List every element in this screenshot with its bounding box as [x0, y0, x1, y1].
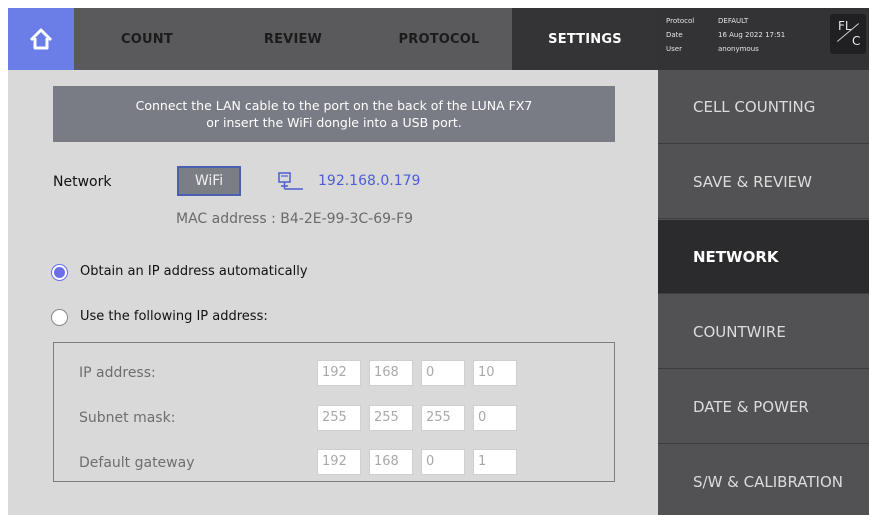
date-value: 16 Aug 2022 17:51: [718, 31, 786, 39]
mode-c-label: C: [852, 34, 861, 48]
gateway-octet-1[interactable]: 192: [317, 449, 361, 475]
mac-address: MAC address : B4-2E-99-3C-69-F9: [176, 211, 414, 227]
subnet-mask-label: Subnet mask:: [79, 410, 176, 426]
network-icon: [278, 172, 303, 190]
date-label: Date: [666, 31, 683, 39]
status-panel: Protocol DEFAULT Date 16 Aug 2022 17:51 …: [658, 8, 869, 70]
subnet-octet-2[interactable]: 255: [369, 405, 413, 431]
top-bar: COUNT REVIEW PROTOCOL SETTINGS Protocol …: [8, 8, 869, 70]
ip-address-display: 192.168.0.179: [318, 173, 421, 189]
tab-protocol[interactable]: PROTOCOL: [366, 8, 512, 70]
protocol-value: DEFAULT: [718, 17, 749, 25]
auto-ip-radio[interactable]: [52, 265, 67, 280]
menu-item-countwire[interactable]: COUNTWIRE: [658, 295, 869, 369]
manual-ip-panel: IP address: 192 168 0 10 Subnet mask: 25…: [53, 342, 615, 482]
ip-octet-2[interactable]: 168: [369, 360, 413, 386]
banner-line-2: or insert the WiFi dongle into a USB por…: [206, 115, 462, 130]
gateway-octet-2[interactable]: 168: [369, 449, 413, 475]
instruction-banner: Connect the LAN cable to the port on the…: [53, 86, 615, 142]
settings-menu: CELL COUNTING SAVE & REVIEW NETWORK COUN…: [658, 70, 869, 515]
home-button[interactable]: [8, 8, 74, 70]
banner-line-1: Connect the LAN cable to the port on the…: [135, 98, 533, 113]
network-label: Network: [53, 174, 112, 190]
app-frame: COUNT REVIEW PROTOCOL SETTINGS Protocol …: [8, 8, 869, 515]
user-label: User: [666, 45, 682, 53]
ip-octet-4[interactable]: 10: [473, 360, 517, 386]
menu-item-network[interactable]: NETWORK: [658, 220, 869, 294]
gateway-octet-3[interactable]: 0: [421, 449, 465, 475]
menu-item-sw-calibration[interactable]: S/W & CALIBRATION: [658, 445, 869, 515]
tab-review[interactable]: REVIEW: [220, 8, 366, 70]
tab-count[interactable]: COUNT: [74, 8, 220, 70]
mode-toggle-button[interactable]: FL C: [830, 14, 866, 54]
ip-address-label: IP address:: [79, 365, 156, 381]
auto-ip-label[interactable]: Obtain an IP address automatically: [80, 264, 308, 279]
ip-octet-1[interactable]: 192: [317, 360, 361, 386]
subnet-octet-3[interactable]: 255: [421, 405, 465, 431]
manual-ip-label[interactable]: Use the following IP address:: [80, 309, 268, 324]
menu-item-date-power[interactable]: DATE & POWER: [658, 370, 869, 444]
wifi-button[interactable]: WiFi: [177, 166, 241, 196]
tab-settings[interactable]: SETTINGS: [512, 8, 658, 70]
default-gateway-label: Default gateway: [79, 455, 195, 471]
menu-item-save-review[interactable]: SAVE & REVIEW: [658, 145, 869, 219]
ip-octet-3[interactable]: 0: [421, 360, 465, 386]
subnet-octet-1[interactable]: 255: [317, 405, 361, 431]
home-icon: [29, 28, 53, 50]
user-value: anonymous: [718, 45, 759, 53]
gateway-octet-4[interactable]: 1: [473, 449, 517, 475]
menu-item-cell-counting[interactable]: CELL COUNTING: [658, 70, 869, 144]
protocol-label: Protocol: [666, 17, 695, 25]
subnet-octet-4[interactable]: 0: [473, 405, 517, 431]
manual-ip-radio[interactable]: [52, 310, 67, 325]
